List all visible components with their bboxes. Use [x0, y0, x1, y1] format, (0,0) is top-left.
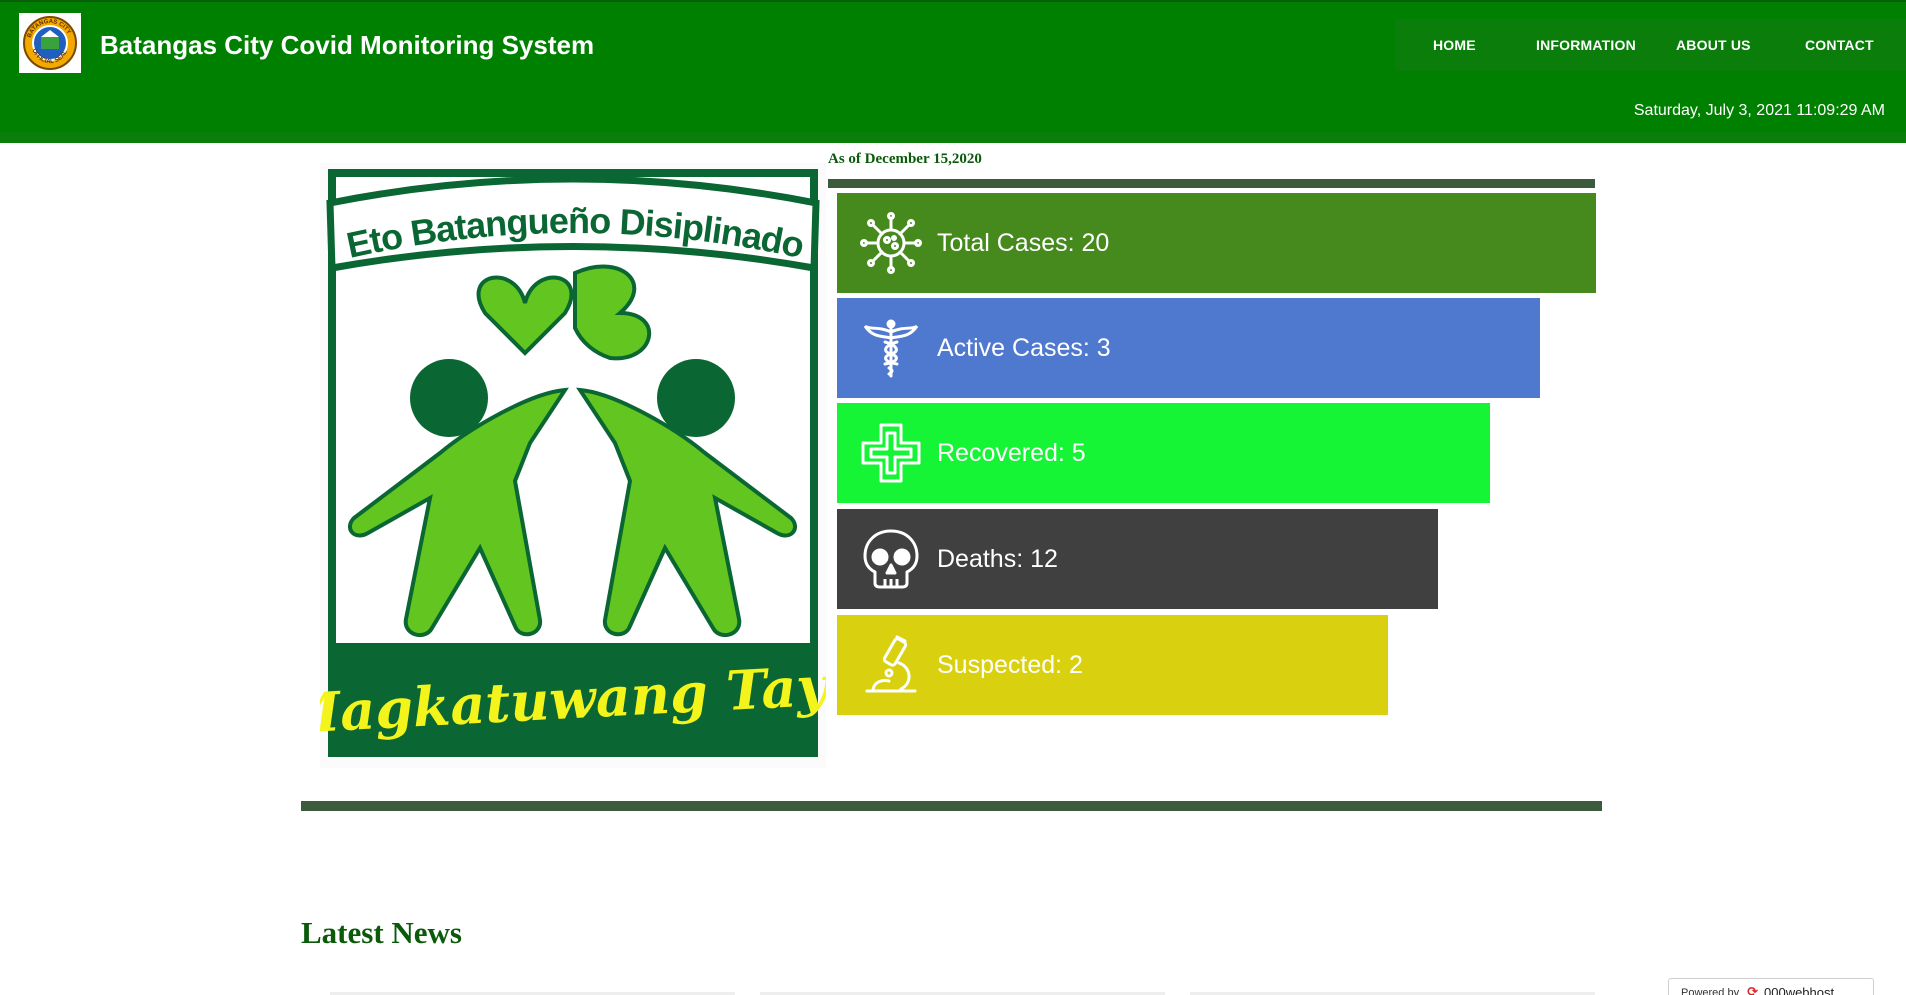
campaign-logo: Eto Batangueño Disiplinado Magkatuwang T…	[277, 163, 865, 768]
stat-recovered[interactable]: Recovered: 5	[837, 403, 1490, 503]
webhost-logo-icon: ⟳	[1747, 984, 1758, 995]
webhost-brand: 000webhost	[1764, 985, 1835, 995]
stat-total-cases-label: Total Cases: 20	[937, 228, 1110, 257]
skull-icon	[857, 525, 925, 593]
virus-icon	[857, 209, 925, 277]
stat-deaths[interactable]: Deaths: 12	[837, 509, 1438, 609]
latest-news-heading: Latest News	[301, 915, 462, 950]
nav-information[interactable]: INFORMATION	[1536, 37, 1636, 53]
section-divider	[301, 801, 1602, 811]
current-datetime: Saturday, July 3, 2021 11:09:29 AM	[1633, 102, 1885, 119]
city-seal-logo[interactable]: BATANGAS CITY OFFICIAL SEAL	[19, 13, 81, 73]
stat-suspected-label: Suspected: 2	[937, 650, 1083, 679]
stat-deaths-label: Deaths: 12	[937, 544, 1058, 573]
powered-by-label: Powered by	[1681, 987, 1740, 995]
stats-top-divider	[828, 179, 1595, 188]
site-title[interactable]: Batangas City Covid Monitoring System	[100, 30, 594, 61]
stat-active-cases[interactable]: Active Cases: 3	[837, 298, 1540, 398]
medical-cross-icon	[857, 419, 925, 487]
main-nav: HOME INFORMATION ABOUT US CONTACT	[1395, 19, 1906, 71]
stat-active-cases-label: Active Cases: 3	[937, 333, 1111, 362]
stat-total-cases[interactable]: Total Cases: 20	[837, 193, 1596, 293]
as-of-date: As of December 15,2020	[828, 151, 982, 167]
nav-home[interactable]: HOME	[1433, 37, 1476, 53]
stat-recovered-label: Recovered: 5	[937, 438, 1086, 467]
nav-contact[interactable]: CONTACT	[1805, 37, 1874, 53]
powered-by-badge[interactable]: Powered by ⟳ 000webhost	[1668, 978, 1874, 995]
campaign-logo-graphic: Eto Batangueño Disiplinado Magkatuwang T…	[277, 169, 865, 757]
site-header: BATANGAS CITY OFFICIAL SEAL Batangas Cit…	[0, 0, 1906, 143]
microscope-icon	[857, 631, 925, 699]
caduceus-icon	[857, 314, 925, 382]
header-divider	[0, 132, 1906, 143]
nav-about-us[interactable]: ABOUT US	[1676, 37, 1751, 53]
seal-icon: BATANGAS CITY OFFICIAL SEAL	[23, 16, 77, 70]
stat-suspected[interactable]: Suspected: 2	[837, 615, 1388, 715]
